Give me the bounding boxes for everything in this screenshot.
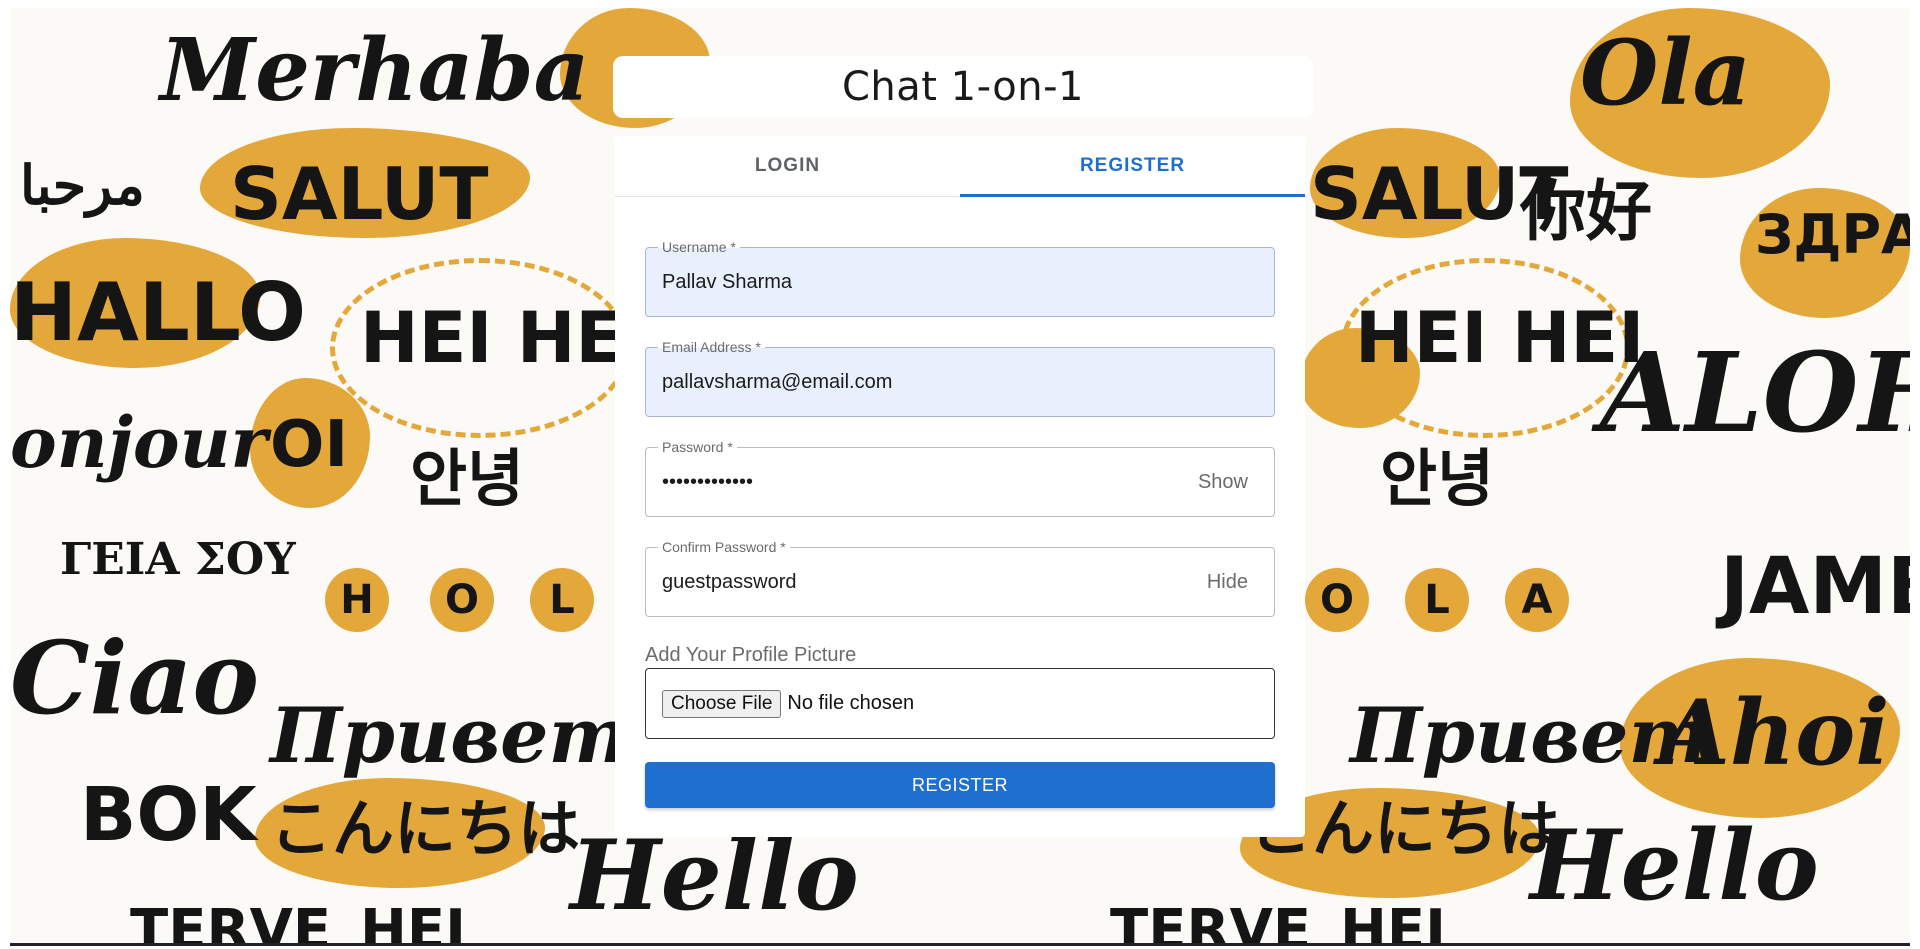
active-tab-indicator: [960, 194, 1305, 197]
bg-word: HEI HEI: [360, 297, 650, 379]
register-button[interactable]: REGISTER: [645, 762, 1275, 808]
bg-word: Merhaba: [160, 20, 590, 121]
bg-letter: O: [1305, 568, 1369, 632]
confirm-password-hide-button[interactable]: Hide: [1207, 548, 1248, 616]
bg-word: Hello: [570, 819, 859, 932]
bg-word: مرحبا: [20, 153, 145, 217]
bg-word: Hello: [1530, 809, 1819, 922]
bg-letter: L: [1405, 568, 1469, 632]
bg-letter: H: [325, 568, 389, 632]
password-show-button[interactable]: Show: [1198, 448, 1248, 516]
bg-word: 안녕: [410, 442, 525, 515]
bg-word: ΓΕΙΑ ΣΟΥ: [60, 534, 296, 585]
bg-letter: L: [530, 568, 594, 632]
bg-word: 안녕: [1380, 442, 1495, 515]
tab-login[interactable]: LOGIN: [615, 136, 960, 196]
app-title-box: Chat 1-on-1: [613, 56, 1313, 118]
bg-word: BOK: [80, 772, 257, 858]
bg-word: SALUT: [230, 152, 489, 236]
bg-word: Привет: [1350, 691, 1709, 780]
email-input[interactable]: [662, 348, 1182, 416]
bg-word: TERVE: [1110, 898, 1312, 947]
bg-word: ЗДРАВО: [1755, 203, 1910, 266]
bg-word: Ahoi: [1660, 680, 1890, 786]
password-input[interactable]: [662, 448, 1182, 516]
confirm-password-input[interactable]: [662, 548, 1182, 616]
bg-word: こんにちは: [270, 792, 581, 865]
bg-letter: A: [1505, 568, 1569, 632]
password-field[interactable]: Password * Show: [645, 439, 1275, 517]
bg-word: HEJ: [360, 898, 466, 947]
bg-word: TERVE: [130, 898, 332, 947]
email-field[interactable]: Email Address *: [645, 339, 1275, 417]
profile-picture-label: Add Your Profile Picture: [645, 644, 857, 666]
bg-word: HALLO: [10, 266, 306, 359]
username-input[interactable]: [662, 248, 1182, 316]
bg-bottom-border: [10, 943, 1910, 946]
tab-register[interactable]: REGISTER: [960, 136, 1305, 196]
bg-letter: O: [430, 568, 494, 632]
confirm-password-field[interactable]: Confirm Password * Hide: [645, 539, 1275, 617]
bg-word: JAMBO: [1720, 542, 1910, 632]
username-field[interactable]: Username *: [645, 239, 1275, 317]
bg-word: OI: [270, 408, 349, 482]
bg-word: Ola: [1580, 20, 1751, 126]
bg-word: HEJ: [1340, 898, 1446, 947]
choose-file-button[interactable]: Choose File: [662, 689, 782, 718]
profile-picture-file-input[interactable]: Choose File No file chosen: [645, 668, 1275, 739]
bg-word: Ciao: [10, 619, 260, 737]
app-title: Chat 1-on-1: [841, 64, 1085, 110]
auth-card: LOGIN REGISTER Username * Email Address …: [615, 136, 1305, 837]
bg-word: ALOHA: [1600, 328, 1910, 457]
bg-word: onjour: [10, 401, 268, 484]
auth-tabs: LOGIN REGISTER: [615, 136, 1305, 197]
file-status-text: No file chosen: [787, 692, 915, 714]
bg-word: 你好: [1520, 172, 1652, 250]
bg-word: Привет: [270, 691, 629, 780]
